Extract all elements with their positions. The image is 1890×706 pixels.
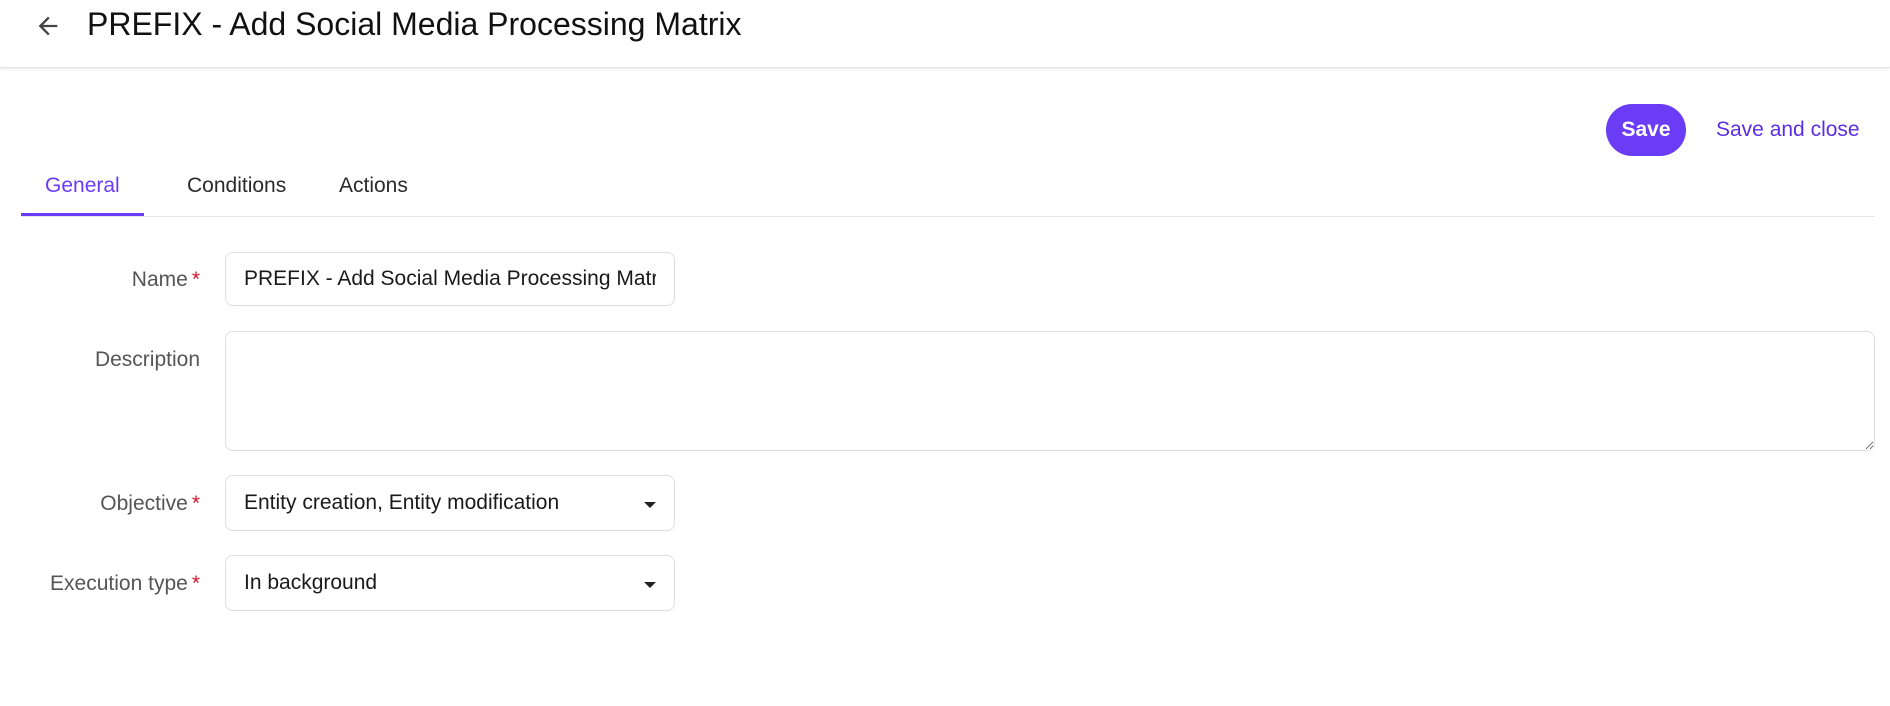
execution-type-select[interactable]: In background (225, 555, 675, 611)
required-mark: * (191, 268, 200, 291)
objective-label-text: Objective (100, 492, 188, 515)
objective-select[interactable]: Entity creation, Entity modification (225, 475, 675, 531)
arrow-left-icon (38, 16, 58, 36)
name-input[interactable] (225, 252, 675, 306)
page-title: PREFIX - Add Social Media Processing Mat… (87, 6, 742, 42)
description-textarea[interactable] (225, 331, 1875, 451)
name-label: Name * (132, 268, 200, 292)
required-mark: * (191, 492, 200, 515)
caret-down-icon (644, 502, 656, 508)
tab-general[interactable]: General (21, 160, 144, 216)
back-button[interactable] (32, 10, 64, 42)
save-button[interactable]: Save (1606, 104, 1686, 156)
save-and-close-button[interactable]: Save and close (1710, 104, 1866, 156)
objective-label: Objective * (100, 492, 200, 516)
page-header: PREFIX - Add Social Media Processing Mat… (0, 0, 1890, 68)
description-label: Description (95, 348, 200, 372)
name-label-text: Name (131, 268, 188, 291)
description-label-text: Description (94, 348, 200, 371)
execution-type-value: In background (244, 571, 378, 594)
required-mark: * (191, 572, 200, 595)
execution-type-label-text: Execution type (50, 572, 188, 595)
tab-bar: General Conditions Actions (21, 160, 1875, 217)
execution-type-label: Execution type * (50, 572, 200, 596)
tab-actions[interactable]: Actions (315, 160, 432, 215)
caret-down-icon (644, 582, 656, 588)
objective-value: Entity creation, Entity modification (244, 491, 560, 514)
tab-conditions[interactable]: Conditions (163, 160, 310, 215)
